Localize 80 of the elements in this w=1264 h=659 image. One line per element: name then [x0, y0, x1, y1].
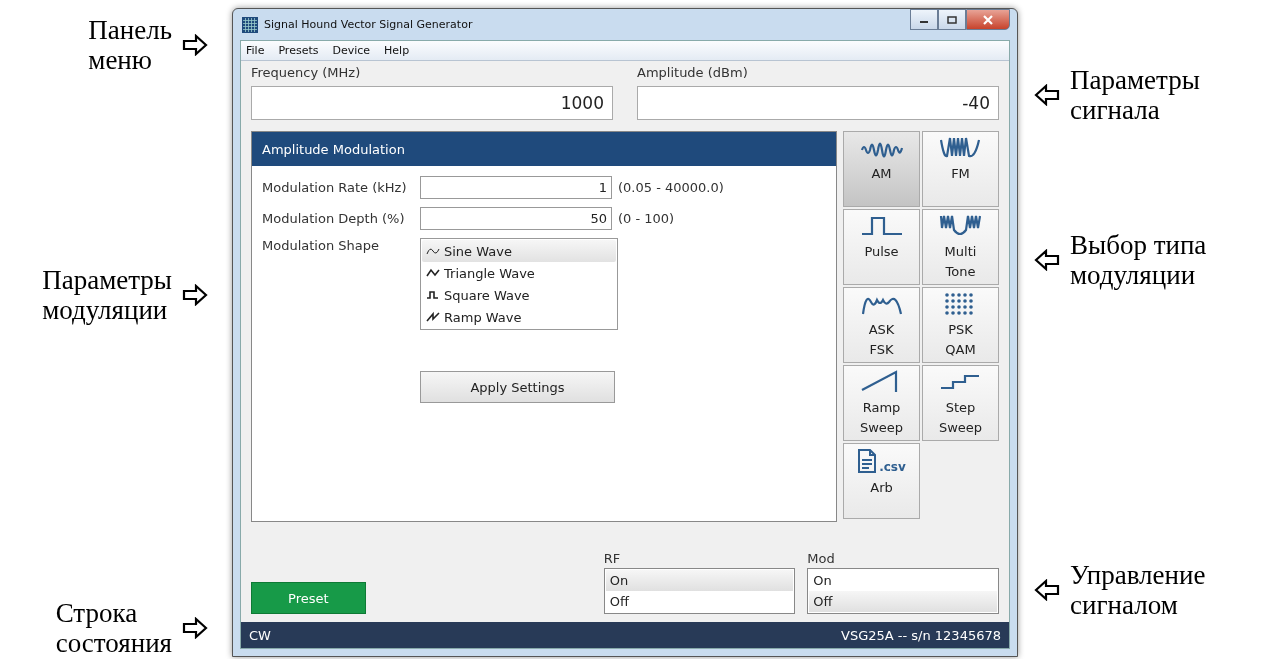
triangle-wave-icon — [426, 267, 440, 279]
annotation-label: Выбор типа модуляции — [1070, 230, 1207, 290]
minimize-button[interactable] — [910, 9, 938, 30]
range-hint: (0.05 - 40000.0) — [618, 180, 724, 195]
list-item[interactable]: Off — [605, 591, 794, 612]
option-label: Triangle Wave — [444, 265, 535, 281]
modulation-type-button[interactable]: Pulse — [843, 209, 920, 285]
button-label: Step Sweep — [938, 399, 983, 437]
modulation-type-button[interactable]: AM — [843, 131, 920, 207]
annotation-label: Управление сигналом — [1070, 560, 1206, 620]
right-arrow-icon — [182, 34, 208, 56]
button-label: PSK QAM — [945, 321, 976, 359]
annotation-label: Строка состояния — [55, 598, 172, 658]
field-label: Amplitude (dBm) — [637, 65, 749, 80]
field-label: Modulation Rate (kHz) — [262, 180, 408, 195]
window-title: Signal Hound Vector Signal Generator — [264, 18, 474, 31]
modulation-type-button[interactable]: Multi Tone — [922, 209, 999, 285]
sine-wave-icon — [426, 245, 440, 257]
left-arrow-icon — [1034, 84, 1060, 106]
modulation-type-button[interactable]: PSK QAM — [922, 287, 999, 363]
button-label: Arb — [870, 479, 893, 497]
menu-item[interactable]: File — [246, 44, 265, 57]
left-arrow-icon — [1034, 249, 1060, 271]
button-label: AM — [871, 165, 892, 183]
option-label: Ramp Wave — [444, 309, 522, 325]
range-hint: (0 - 100) — [618, 211, 675, 226]
ramp-wave-icon — [426, 311, 440, 323]
right-arrow-icon — [182, 617, 208, 639]
list-item[interactable]: Triangle Wave — [422, 262, 616, 284]
maximize-icon — [947, 15, 957, 24]
annotation-label: Панель меню — [88, 15, 172, 75]
multitone-wave-icon — [938, 214, 983, 238]
field-label: Modulation Shape — [262, 238, 380, 253]
csv-label: .csv — [879, 460, 906, 474]
list-item[interactable]: On — [809, 570, 997, 591]
list-item[interactable]: Ramp Wave — [422, 306, 616, 328]
list-item[interactable]: On — [605, 570, 794, 591]
modulation-type-button[interactable]: FM — [922, 131, 999, 207]
input-field[interactable]: 1000 — [251, 86, 613, 120]
panel-header: Amplitude Modulation — [252, 132, 836, 166]
field-label: Modulation Depth (%) — [262, 211, 406, 226]
pulse-icon — [859, 214, 904, 238]
option-label: Square Wave — [444, 287, 530, 303]
apply-button[interactable]: Apply Settings — [420, 371, 615, 403]
list-item[interactable]: Sine Wave — [422, 240, 616, 262]
maximize-button[interactable] — [938, 9, 966, 30]
input-field[interactable]: -40 — [637, 86, 999, 120]
menu-item[interactable]: Help — [384, 44, 410, 57]
button-label: Ramp Sweep — [859, 399, 904, 437]
list-item[interactable]: Off — [809, 591, 997, 612]
button-label: Multi Tone — [944, 243, 977, 281]
right-arrow-icon — [182, 284, 208, 306]
button-label: FM — [951, 165, 970, 183]
fm-wave-icon — [938, 136, 983, 160]
document-icon — [857, 448, 878, 474]
status-text: CW — [249, 627, 271, 643]
menu-item[interactable]: Device — [332, 44, 371, 57]
group-label: Mod — [807, 551, 836, 566]
close-button[interactable] — [966, 9, 1010, 30]
modulation-type-button[interactable]: Ramp Sweep — [843, 365, 920, 441]
group-label: RF — [603, 551, 622, 566]
option-label: Sine Wave — [444, 243, 512, 259]
status-text: VSG25A -- s/n 12345678 — [841, 627, 1001, 643]
input-field[interactable]: 1 — [420, 176, 612, 199]
app-grid-icon — [242, 16, 258, 33]
close-icon — [983, 14, 993, 25]
modulation-type-button[interactable]: ASK FSK — [843, 287, 920, 363]
modulation-type-button[interactable]: Step Sweep — [922, 365, 999, 441]
button-label: ASK FSK — [868, 321, 895, 359]
annotation-label: Параметры модуляции — [42, 265, 172, 325]
left-arrow-icon — [1034, 579, 1060, 601]
menu-item[interactable]: Presets — [278, 44, 319, 57]
modulation-type-button[interactable]: .csv Arb — [843, 443, 920, 519]
annotation-label: Параметры сигнала — [1070, 65, 1200, 125]
preset-button[interactable]: Preset — [251, 582, 366, 614]
field-label: Frequency (MHz) — [251, 65, 362, 80]
input-field[interactable]: 50 — [420, 207, 612, 230]
list-item[interactable]: Square Wave — [422, 284, 616, 306]
square-wave-icon — [426, 289, 440, 301]
button-label: Pulse — [864, 243, 899, 261]
